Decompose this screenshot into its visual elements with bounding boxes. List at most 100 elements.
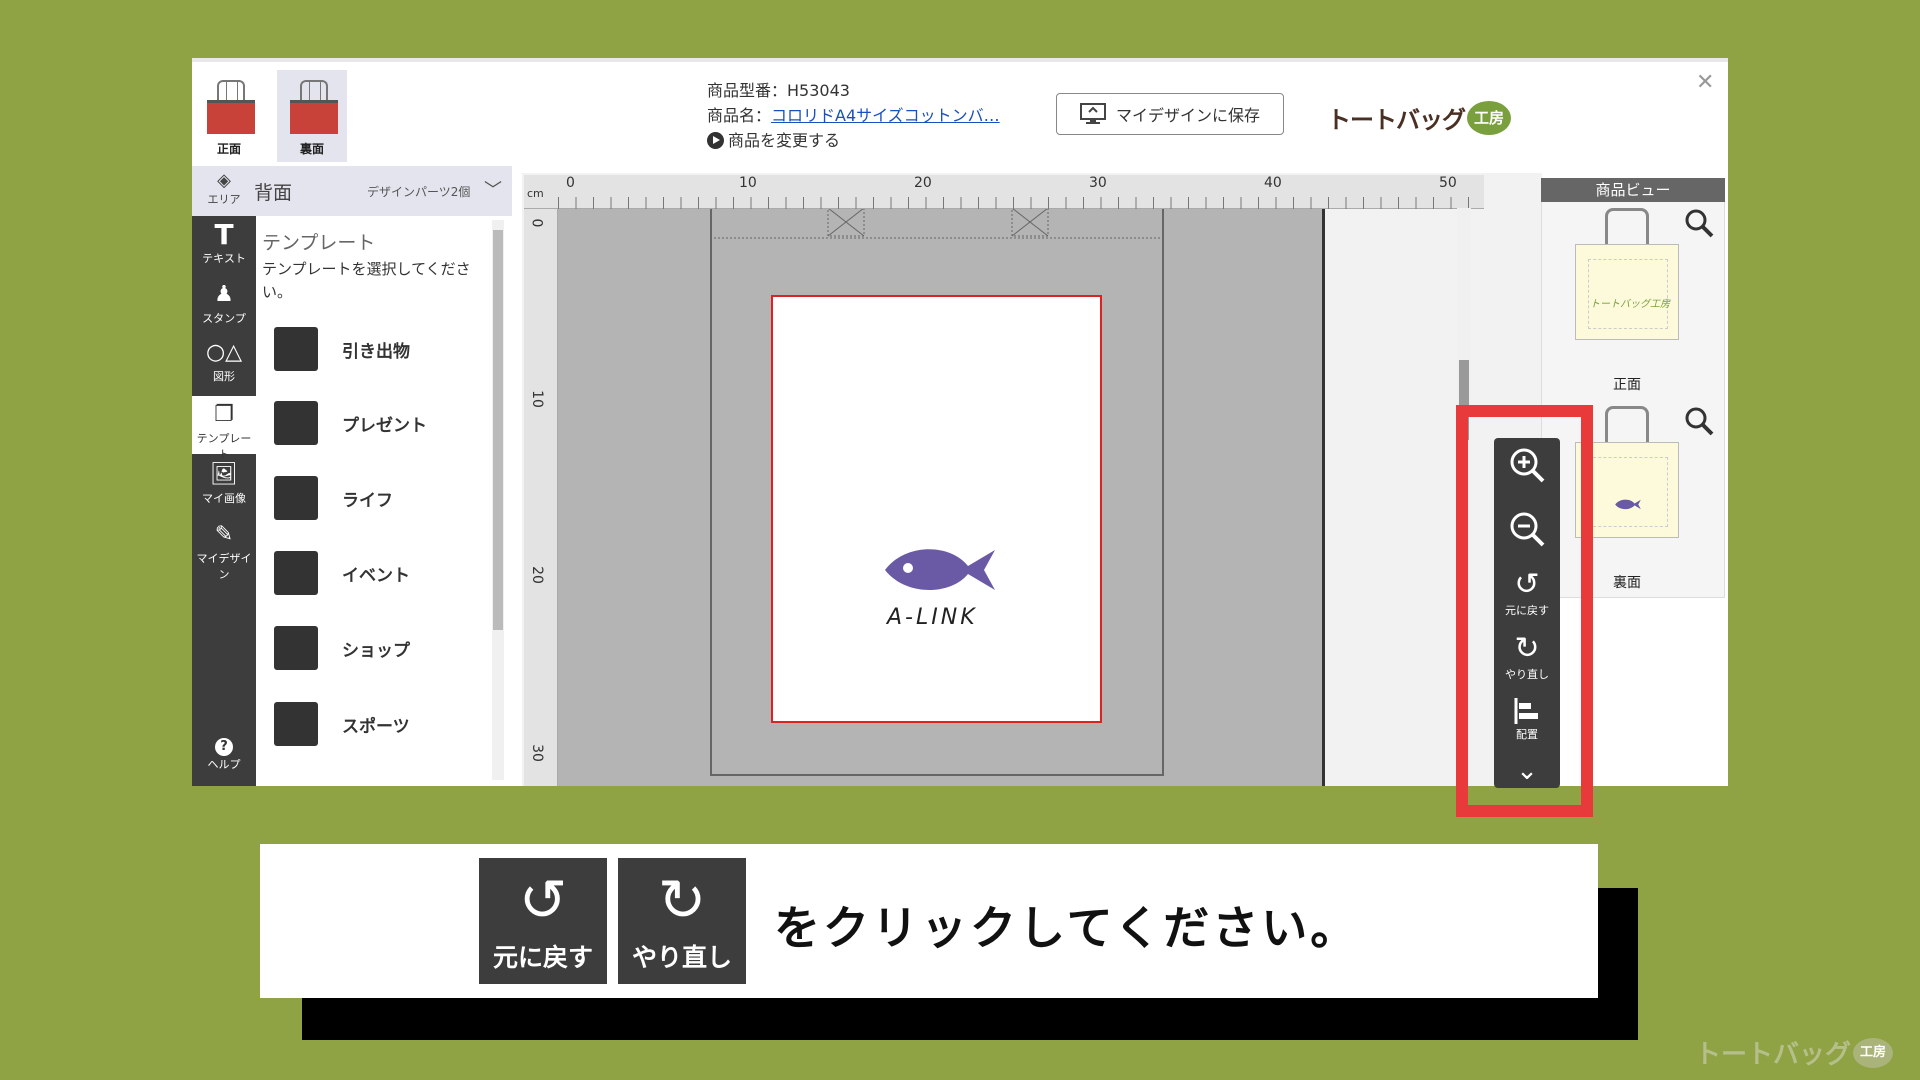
tool-my-image[interactable]: 🖼 マイ画像 [192, 456, 256, 514]
template-title: テンプレート [262, 232, 376, 254]
ruler-tick: 10 [739, 175, 757, 191]
template-item-label: イベント [342, 565, 410, 586]
template-item-label: ショップ [342, 640, 410, 661]
ruler-tick: 30 [528, 744, 545, 762]
handle-markers [710, 208, 1164, 239]
template-description: テンプレートを選択してください。 [262, 260, 471, 301]
redo-icon: ↻ [657, 866, 707, 934]
logo-badge: 工房 [1467, 100, 1511, 135]
back-side-button[interactable]: 裏面 [277, 70, 347, 162]
top-ruler: cm 0 10 20 30 40 50 [524, 175, 1484, 209]
left-ruler: 0 10 20 30 [524, 209, 558, 786]
caption-undo-button: ↺ 元に戻す [479, 858, 607, 984]
zoom-back-icon[interactable] [1684, 406, 1714, 443]
logo-text: トートバッグ [1327, 106, 1466, 134]
ruler-tick: 20 [528, 566, 545, 584]
ruler-tick: 20 [914, 175, 932, 191]
tool-sidebar: T テキスト ♟ スタンプ ○△ 図形 ❐ テンプレート 🖼 マイ画像 ✎ マイデザイン [192, 166, 256, 786]
tool-template[interactable]: ❐ テンプレート [192, 396, 256, 461]
template-item[interactable]: イベント [274, 550, 474, 596]
product-view-title: 商品ビュー [1541, 178, 1725, 202]
front-preview-label: 正面 [1613, 377, 1641, 393]
preview-logo: トートバッグ工房 [1590, 299, 1670, 310]
unit-selector[interactable]: cm [527, 187, 544, 200]
front-bag-icon [207, 80, 255, 138]
ruler-tick: 30 [1089, 175, 1107, 191]
back-side-label: 裏面 [299, 142, 324, 156]
back-bag-icon [290, 80, 338, 138]
product-name-label: 商品名： [707, 106, 772, 125]
front-preview[interactable]: トートバッグ工房 [1575, 208, 1679, 340]
shapes-icon: ○△ [205, 340, 243, 365]
caption-redo-label: やり直し [631, 943, 732, 972]
preview-fish-icon [1615, 499, 1641, 510]
ruler-tick: 10 [528, 390, 545, 408]
template-scroll-thumb[interactable] [493, 230, 503, 630]
chevron-down-icon[interactable]: ﹀ [484, 176, 502, 202]
tool-shape[interactable]: ○△ 図形 [192, 334, 256, 392]
template-item[interactable]: ライフ [274, 475, 474, 521]
close-icon[interactable]: ✕ [1696, 70, 1714, 95]
highlight-frame [1456, 405, 1593, 817]
caption-redo-button: ↻ やり直し [618, 858, 746, 984]
save-to-my-design-button[interactable]: マイデザインに保存 [1056, 93, 1284, 135]
template-item[interactable]: 引き出物 [274, 326, 474, 372]
tool-stamp[interactable]: ♟ スタンプ [192, 276, 256, 334]
tool-text[interactable]: T テキスト [192, 216, 256, 274]
front-side-label: 正面 [216, 142, 241, 156]
area-value: 背面 [254, 182, 293, 204]
template-item-label: 引き出物 [342, 341, 410, 362]
ruler-ticks [558, 193, 1484, 209]
tool-my-design-label: マイデザイン [196, 552, 252, 581]
image-icon: 🖼 [210, 462, 238, 487]
template-item[interactable]: ショップ [274, 625, 474, 671]
product-code: 商品型番：H53043 [707, 81, 850, 100]
save-button-label: マイデザインに保存 [1115, 106, 1260, 125]
monitor-icon [1079, 103, 1106, 124]
ruler-tick: 50 [1439, 175, 1457, 191]
tool-text-label: テキスト [202, 252, 246, 265]
change-product-link[interactable]: 商品を変更する [707, 128, 1027, 153]
watermark-text: トートバッグ [1695, 1040, 1852, 1070]
fish-icon[interactable] [880, 538, 1000, 598]
help-button[interactable]: ? ヘルプ [192, 738, 256, 772]
help-label: ヘルプ [207, 758, 241, 771]
template-icon: ❐ [214, 402, 234, 427]
print-area[interactable] [771, 295, 1102, 723]
product-name-link[interactable]: コロリドA4サイズコットンバ… [771, 106, 1000, 125]
caption-text: をクリックしてください。 [774, 901, 1360, 955]
ruler-tick: 0 [566, 175, 575, 191]
tool-shape-label: 図形 [213, 370, 235, 383]
template-thumbnail [274, 401, 318, 445]
top-border [192, 58, 1728, 62]
design-icon: ✎ [214, 522, 234, 547]
area-button[interactable]: ◈ エリア [192, 170, 256, 207]
template-item-label: プレゼント [342, 415, 427, 436]
stamp-icon: ♟ [214, 282, 234, 307]
tool-my-image-label: マイ画像 [202, 492, 246, 505]
template-item-label: ライフ [342, 490, 393, 511]
design-parts-count: デザインパーツ2個 [367, 185, 471, 199]
area-selector[interactable]: ◈ エリア 背面 デザインパーツ2個 ﹀ [192, 166, 512, 216]
layers-icon: ◈ [217, 170, 231, 191]
ruler-tick: 0 [528, 218, 545, 228]
template-item[interactable]: プレゼント [274, 400, 474, 446]
front-side-button[interactable]: 正面 [194, 70, 264, 162]
zoom-front-icon[interactable] [1684, 208, 1714, 245]
template-thumbnail [274, 702, 318, 746]
play-icon [707, 132, 724, 149]
text-icon: T [214, 218, 234, 251]
watermark-badge: 工房 [1853, 1037, 1894, 1068]
template-thumbnail [274, 476, 318, 520]
brand-logo: トートバッグ 工房 [1327, 100, 1511, 135]
product-name: 商品名：コロリドA4サイズコットンバ… [707, 103, 1027, 128]
template-thumbnail [274, 551, 318, 595]
template-item-label: スポーツ [342, 716, 410, 737]
product-info: 商品型番：H53043 商品名：コロリドA4サイズコットンバ… 商品を変更する [707, 78, 1027, 153]
template-item[interactable]: スポーツ [274, 701, 474, 747]
ruler-tick: 40 [1264, 175, 1282, 191]
design-text[interactable]: A-LINK [887, 605, 978, 630]
template-thumbnail [274, 327, 318, 371]
help-icon: ? [215, 738, 233, 756]
tool-my-design[interactable]: ✎ マイデザイン [192, 516, 256, 581]
